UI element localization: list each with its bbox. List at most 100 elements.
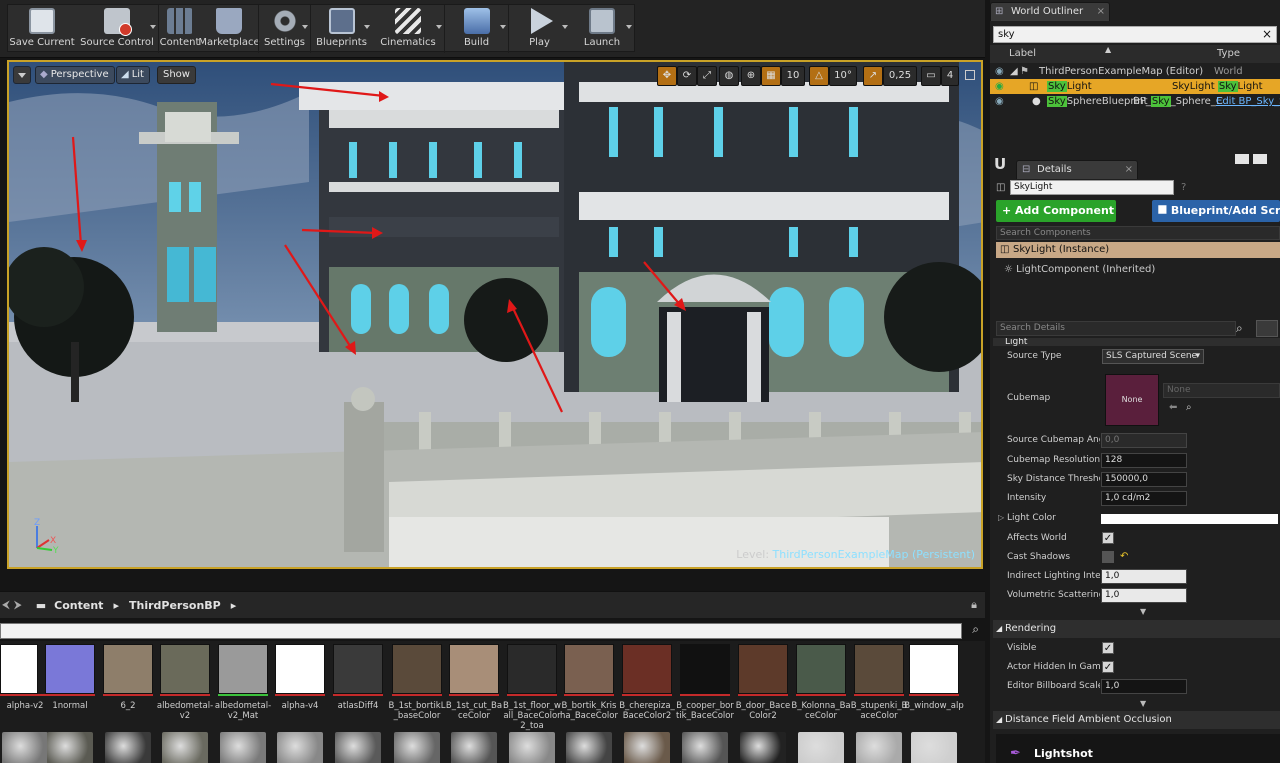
volumetric-scattering-input[interactable]: 1,0 xyxy=(1101,588,1187,603)
asset-tile[interactable]: alpha-v4 xyxy=(275,644,327,711)
search-details-input[interactable]: Search Details xyxy=(996,321,1236,336)
asset-thumbnail[interactable] xyxy=(451,732,497,763)
advanced-expand-icon[interactable]: ▼ xyxy=(1140,607,1146,616)
lock-icon[interactable]: 🔒︎ xyxy=(971,598,977,612)
translate-tool-icon[interactable]: ✥ xyxy=(657,66,677,86)
column-label[interactable]: Label xyxy=(1009,45,1036,63)
edit-blueprint-link[interactable]: Edit BP_Sky_S xyxy=(1216,94,1280,109)
content-button[interactable]: Content xyxy=(158,5,200,53)
viewport-options-button[interactable] xyxy=(13,66,31,84)
close-icon[interactable]: × xyxy=(1097,3,1105,21)
source-control-button[interactable]: Source Control xyxy=(76,5,158,53)
asset-thumbnail[interactable] xyxy=(47,732,93,763)
tab-world-outliner[interactable]: ⊞ World Outliner × xyxy=(990,2,1110,21)
asset-thumbnail[interactable] xyxy=(394,732,440,763)
camera-speed-icon[interactable]: ▭ xyxy=(921,66,941,86)
eye-icon[interactable]: ◉ xyxy=(995,79,1004,94)
asset-thumbnail[interactable] xyxy=(740,732,786,763)
asset-tile[interactable]: 6_2 xyxy=(103,644,155,711)
asset-tile[interactable]: B_cooper_bortik_BaceColor xyxy=(676,644,734,721)
scale-snap-value[interactable]: 0,25 xyxy=(883,66,917,86)
asset-thumbnail[interactable] xyxy=(911,732,957,763)
asset-thumbnail[interactable] xyxy=(682,732,728,763)
asset-thumbnail[interactable] xyxy=(105,732,151,763)
world-space-icon[interactable]: ◍ xyxy=(719,66,739,86)
cast-shadows-checkbox[interactable] xyxy=(1102,551,1114,563)
asset-tile[interactable]: atlasDiff4 xyxy=(333,644,385,711)
rotation-snap-value[interactable]: 10° xyxy=(829,66,857,86)
cinematics-button[interactable]: Cinematics xyxy=(372,5,444,53)
asset-tile[interactable]: B_door_BaceColor2 xyxy=(736,644,790,721)
scale-snap-icon[interactable]: ↗ xyxy=(863,66,883,86)
actor-hidden-checkbox[interactable]: ✓ xyxy=(1102,661,1114,673)
chevron-down-icon[interactable] xyxy=(302,25,308,29)
tab-details[interactable]: ⊟ Details × xyxy=(1016,160,1138,179)
chevron-down-icon[interactable] xyxy=(436,25,442,29)
marketplace-button[interactable]: Marketplace xyxy=(198,5,260,53)
visible-checkbox[interactable]: ✓ xyxy=(1102,642,1114,654)
settings-button[interactable]: Settings xyxy=(258,5,310,53)
crumb-content[interactable]: Content xyxy=(54,599,103,612)
affects-world-checkbox[interactable]: ✓ xyxy=(1102,532,1114,544)
column-type[interactable]: Type xyxy=(1217,45,1240,63)
save-current-button[interactable]: Save Current xyxy=(8,5,76,53)
asset-thumbnail[interactable] xyxy=(220,732,266,763)
cubemap-resolution-input[interactable]: 128 xyxy=(1101,453,1187,468)
chevron-down-icon[interactable] xyxy=(500,25,506,29)
asset-tile[interactable]: B_1st_bortikL_baseColor xyxy=(389,644,445,721)
asset-thumbnail[interactable] xyxy=(335,732,381,763)
chevron-down-icon[interactable] xyxy=(364,25,370,29)
lit-button[interactable]: ◢ Lit xyxy=(116,66,150,84)
search-components-input[interactable]: Search Components xyxy=(996,226,1280,240)
eye-icon[interactable]: ◉ xyxy=(995,64,1004,79)
indirect-lighting-input[interactable]: 1,0 xyxy=(1101,569,1187,584)
camera-speed-value[interactable]: 4 xyxy=(941,66,959,86)
rotation-snap-icon[interactable]: △ xyxy=(809,66,829,86)
play-button[interactable]: Play xyxy=(508,5,570,53)
level-viewport[interactable]: ◆ Perspective ◢ Lit Show ✥ ⟳ ⤢ ◍ ⊕ ▦ 10 △ … xyxy=(7,60,983,569)
asset-tile[interactable]: B_window_alp xyxy=(904,644,964,711)
asset-tile[interactable]: B_cherepiza_BaceColor2 xyxy=(619,644,675,721)
search-icon[interactable]: ⌕ xyxy=(972,622,979,637)
outliner-row-skysphere[interactable]: ◉ ● SkySphereBlueprint BP_Sky_Sphere_C E… xyxy=(990,94,1280,109)
rendering-section-header[interactable]: ◢ Rendering xyxy=(993,620,1280,638)
grid-snap-value[interactable]: 10 xyxy=(781,66,805,86)
asset-tile[interactable]: B_stupenki_BaceColor xyxy=(851,644,907,721)
view-options-icon[interactable] xyxy=(1256,320,1278,337)
expand-arrow-icon[interactable]: ▷ xyxy=(998,513,1004,522)
minimize-icon[interactable] xyxy=(1235,154,1249,164)
asset-thumbnail[interactable] xyxy=(856,732,902,763)
eye-icon[interactable]: ◉ xyxy=(995,94,1004,109)
asset-thumbnail[interactable] xyxy=(162,732,208,763)
asset-thumbnail[interactable] xyxy=(509,732,555,763)
advanced-expand-icon[interactable]: ▼ xyxy=(1140,699,1146,708)
blueprint-add-script-button[interactable]: ⯀ Blueprint/Add Scri xyxy=(1152,200,1280,222)
intensity-input[interactable]: 1,0 cd/m2 xyxy=(1101,491,1187,506)
asset-tile[interactable]: B_bortik_Krisha_BaceColor xyxy=(560,644,618,721)
restore-icon[interactable] xyxy=(1253,154,1267,164)
asset-tile[interactable]: B_Kolonna_BaceColor xyxy=(791,644,851,721)
skylight-instance-row[interactable]: ◫ SkyLight (Instance) xyxy=(996,242,1280,258)
add-component-button[interactable]: + Add Component ▾ xyxy=(996,200,1116,222)
light-section-header[interactable]: Light xyxy=(993,338,1280,346)
build-button[interactable]: Build xyxy=(444,5,508,53)
use-selected-icon[interactable]: ⬅ xyxy=(1169,402,1177,413)
forward-arrow-icon[interactable]: ⮞ xyxy=(14,598,22,612)
outliner-search-input[interactable]: sky × xyxy=(993,26,1277,43)
source-type-dropdown[interactable]: SLS Captured Scene ▾ xyxy=(1102,349,1204,364)
reset-to-default-icon[interactable]: ↶ xyxy=(1120,551,1128,562)
asset-tile[interactable]: B_1st_floor_wall_BaceColor2_toa xyxy=(503,644,561,731)
actor-name-input[interactable]: SkyLight xyxy=(1010,180,1174,195)
clear-search-icon[interactable]: × xyxy=(1262,27,1272,42)
launch-button[interactable]: Launch xyxy=(570,5,634,53)
asset-thumbnail[interactable] xyxy=(566,732,612,763)
maximize-viewport-icon[interactable] xyxy=(965,70,975,80)
back-arrow-icon[interactable]: ⮜ xyxy=(2,598,10,612)
asset-tile[interactable]: albedometal-v2 xyxy=(157,644,213,721)
outliner-row-world[interactable]: ◉ ◢ ⚑ ThirdPersonExampleMap (Editor) Wor… xyxy=(990,64,1280,79)
help-icon[interactable]: ? xyxy=(1181,182,1186,193)
outliner-row-skylight[interactable]: ◉ ◫ SkyLight SkyLight SkyLight xyxy=(990,79,1280,94)
browse-icon[interactable]: ⌕ xyxy=(1186,402,1192,413)
cubemap-thumbnail[interactable]: None xyxy=(1105,374,1159,426)
grid-snap-icon[interactable]: ▦ xyxy=(761,66,781,86)
